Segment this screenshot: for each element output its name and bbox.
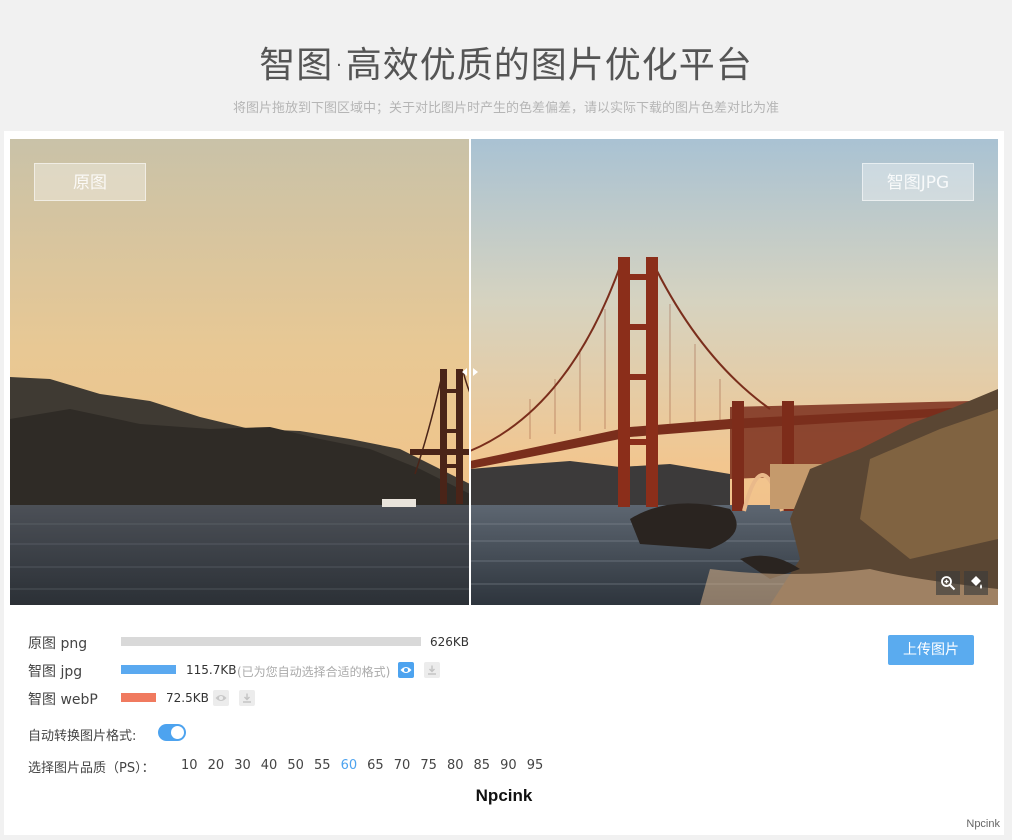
file-label-original: 原图 png — [28, 636, 88, 652]
quality-option-60[interactable]: 60 — [341, 758, 368, 773]
brand-text: Npcink — [475, 786, 533, 805]
size-bar-jpg — [121, 665, 176, 674]
preview-jpg-button[interactable] — [398, 662, 414, 678]
quality-option-65[interactable]: 65 — [367, 758, 394, 773]
quality-option-80[interactable]: 80 — [447, 758, 474, 773]
size-bar-webp — [121, 693, 156, 702]
download-jpg-button[interactable] — [424, 662, 440, 678]
auto-format-note: (已为您自动选择合适的格式) — [237, 665, 391, 679]
quality-options: 10 20 30 40 50 55 60 65 70 75 80 85 90 95 — [181, 758, 553, 773]
zoom-in-icon — [941, 576, 956, 591]
auto-convert-label: 自动转换图片格式: — [28, 729, 137, 744]
quality-option-85[interactable]: 85 — [474, 758, 501, 773]
quality-option-90[interactable]: 90 — [500, 758, 527, 773]
zoom-in-button[interactable] — [936, 571, 960, 595]
quality-option-10[interactable]: 10 — [181, 758, 208, 773]
download-icon — [243, 693, 251, 703]
quality-label: 选择图片品质（PS）： — [28, 761, 155, 776]
quality-option-50[interactable]: 50 — [287, 758, 314, 773]
upload-image-button[interactable]: 上传图片 — [888, 635, 974, 665]
page-title: 智图·高效优质的图片优化平台 — [259, 45, 753, 86]
quality-option-75[interactable]: 75 — [420, 758, 447, 773]
size-bar-original — [121, 637, 421, 646]
auto-convert-toggle[interactable] — [158, 724, 186, 741]
quality-option-30[interactable]: 30 — [234, 758, 261, 773]
toggle-knob — [171, 726, 184, 739]
paint-bucket-button[interactable] — [964, 571, 988, 595]
file-size-webp: 72.5KB — [166, 691, 209, 705]
optimized-label: 智图JPG — [862, 163, 974, 201]
quality-option-95[interactable]: 95 — [527, 758, 554, 773]
file-size-jpg: 115.7KB — [186, 663, 237, 677]
file-size-original: 626KB — [430, 635, 470, 649]
watermark: Npcink — [966, 818, 1000, 830]
file-label-jpg: 智图 jpg — [28, 664, 83, 680]
bridge-photo — [10, 139, 998, 605]
quality-option-55[interactable]: 55 — [314, 758, 341, 773]
image-compare-viewer[interactable] — [10, 139, 998, 605]
preview-webp-button[interactable] — [213, 690, 229, 706]
download-webp-button[interactable] — [239, 690, 255, 706]
eye-icon — [215, 695, 227, 701]
quality-option-70[interactable]: 70 — [394, 758, 421, 773]
download-icon — [428, 665, 436, 675]
paint-bucket-icon — [971, 576, 982, 589]
quality-option-20[interactable]: 20 — [208, 758, 235, 773]
original-label: 原图 — [34, 163, 146, 201]
eye-icon — [400, 667, 412, 673]
quality-option-40[interactable]: 40 — [261, 758, 288, 773]
file-label-webp: 智图 webP — [28, 692, 98, 708]
page-subtitle: 将图片拖放到下图区域中；关于对比图片时产生的色差偏差，请以实际下载的图片色差对比… — [232, 101, 779, 116]
